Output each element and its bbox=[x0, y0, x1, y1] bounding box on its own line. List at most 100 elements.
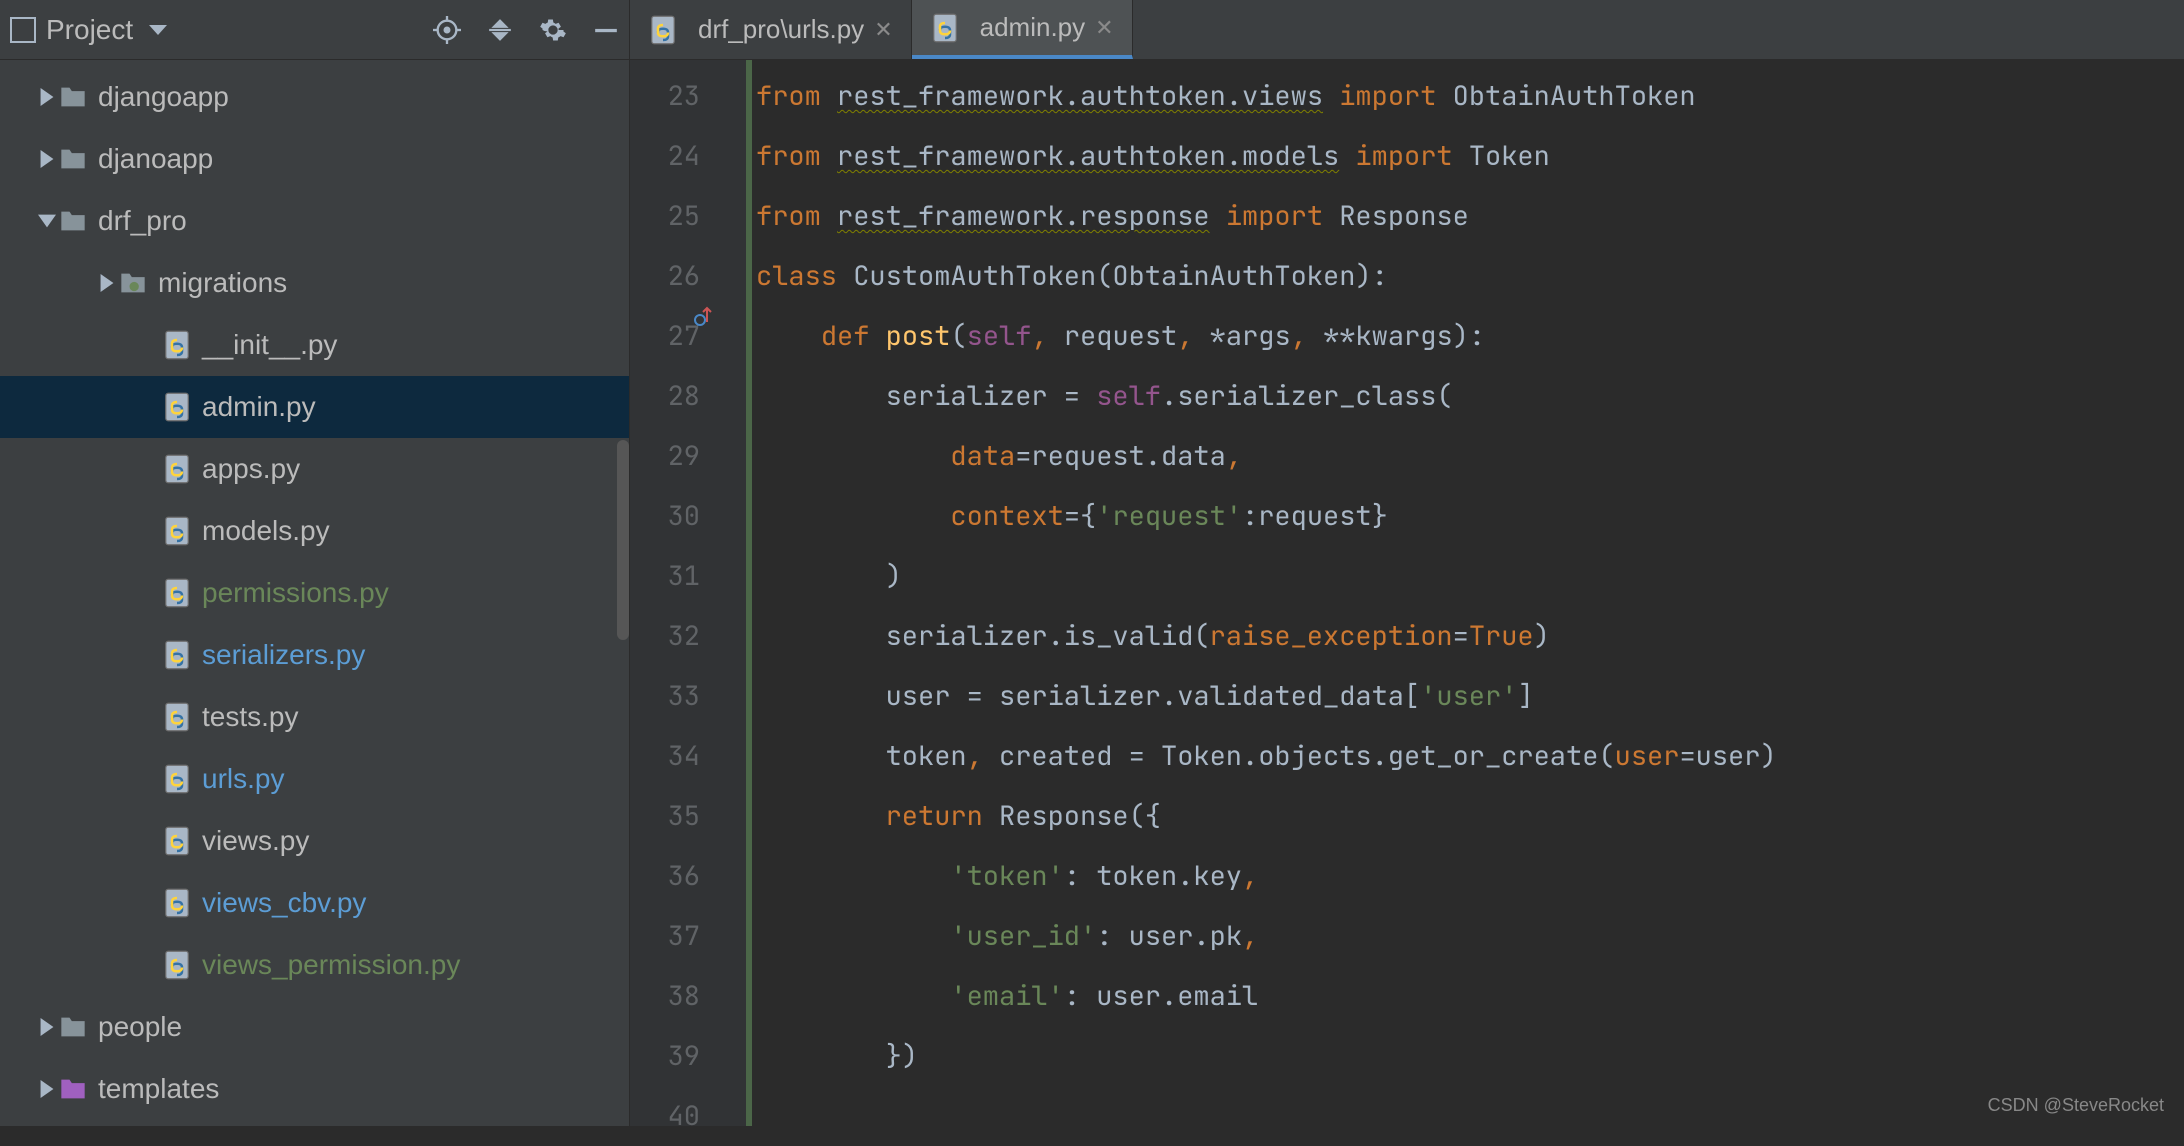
tree-item-migrations[interactable]: migrations bbox=[0, 252, 629, 314]
line-number: 31 bbox=[630, 546, 700, 606]
code-line[interactable]: def post(self, request, *args, **kwargs)… bbox=[756, 306, 2184, 366]
tree-label: apps.py bbox=[202, 453, 300, 485]
locate-icon[interactable] bbox=[433, 16, 461, 44]
tree-label: tests.py bbox=[202, 701, 298, 733]
tree-item-views-permission-py[interactable]: ▶views_permission.py bbox=[0, 934, 629, 996]
tree-item--init-py[interactable]: ▶__init__.py bbox=[0, 314, 629, 376]
tree-item-templates[interactable]: templates bbox=[0, 1058, 629, 1120]
caret-icon[interactable] bbox=[36, 88, 58, 106]
watermark: CSDN @SteveRocket bbox=[1988, 1095, 2164, 1116]
tree-item-views-py[interactable]: ▶views.py bbox=[0, 810, 629, 872]
caret-icon[interactable] bbox=[96, 274, 118, 292]
sidebar-scrollbar[interactable] bbox=[617, 440, 629, 640]
project-title[interactable]: Project bbox=[46, 14, 133, 46]
tab-label: drf_pro\urls.py bbox=[698, 14, 864, 45]
line-number: 39 bbox=[630, 1026, 700, 1086]
code-line[interactable]: context={'request':request} bbox=[756, 486, 2184, 546]
code-line[interactable]: from rest_framework.response import Resp… bbox=[756, 186, 2184, 246]
tree-item-djangoapp[interactable]: djangoapp bbox=[0, 66, 629, 128]
code-line[interactable]: from rest_framework.authtoken.models imp… bbox=[756, 126, 2184, 186]
code-line[interactable]: 'token': token.key, bbox=[756, 846, 2184, 906]
code-line[interactable]: token, created = Token.objects.get_or_cr… bbox=[756, 726, 2184, 786]
tree-item-apps-py[interactable]: ▶apps.py bbox=[0, 438, 629, 500]
py-icon bbox=[162, 454, 192, 484]
tree-label: views.py bbox=[202, 825, 309, 857]
tree-item-serializers-py[interactable]: ▶serializers.py bbox=[0, 624, 629, 686]
code-line[interactable]: return Response({ bbox=[756, 786, 2184, 846]
tree-item-tests-py[interactable]: ▶tests.py bbox=[0, 686, 629, 748]
project-sidebar: Project djangoapp djanoapp drf_pro migratio… bbox=[0, 0, 630, 1126]
tree-label: __init__.py bbox=[202, 329, 337, 361]
tree-label: admin.py bbox=[202, 391, 316, 423]
code-line[interactable]: data=request.data, bbox=[756, 426, 2184, 486]
line-number: 23 bbox=[630, 66, 700, 126]
py-icon bbox=[162, 764, 192, 794]
tree-item-permissions-py[interactable]: ▶permissions.py bbox=[0, 562, 629, 624]
line-number: 30 bbox=[630, 486, 700, 546]
code-line[interactable]: ) bbox=[756, 546, 2184, 606]
line-number: 37 bbox=[630, 906, 700, 966]
py-icon bbox=[162, 516, 192, 546]
folder-icon bbox=[58, 85, 88, 109]
tree-label: serializers.py bbox=[202, 639, 365, 671]
tab-admin-py[interactable]: admin.py ✕ bbox=[912, 0, 1133, 59]
project-icon bbox=[10, 17, 36, 43]
code-line[interactable]: }) bbox=[756, 1026, 2184, 1086]
tab-drf-pro-urls-py[interactable]: drf_pro\urls.py ✕ bbox=[630, 0, 912, 59]
folder-icon bbox=[58, 209, 88, 233]
tree-item-djanoapp[interactable]: djanoapp bbox=[0, 128, 629, 190]
tree-item-admin-py[interactable]: ▶admin.py bbox=[0, 376, 629, 438]
tree-item-models-py[interactable]: ▶models.py bbox=[0, 500, 629, 562]
caret-icon[interactable] bbox=[36, 214, 58, 228]
tree-item-drf-pro[interactable]: drf_pro bbox=[0, 190, 629, 252]
python-file-icon bbox=[648, 15, 678, 45]
tree-label: views_permission.py bbox=[202, 949, 460, 981]
fold-column[interactable] bbox=[718, 60, 746, 1126]
line-number: 26 bbox=[630, 246, 700, 306]
close-icon[interactable]: ✕ bbox=[874, 17, 892, 43]
line-gutter: 232425262728293031323334353637383940 bbox=[630, 60, 718, 1126]
tpl-icon bbox=[58, 1077, 88, 1101]
code-line[interactable] bbox=[756, 1086, 2184, 1126]
code-line[interactable]: user = serializer.validated_data['user'] bbox=[756, 666, 2184, 726]
hide-icon[interactable] bbox=[593, 17, 619, 43]
line-number: 35 bbox=[630, 786, 700, 846]
tree-label: drf_pro bbox=[98, 205, 187, 237]
tree-label: permissions.py bbox=[202, 577, 389, 609]
line-number: 33 bbox=[630, 666, 700, 726]
code-line[interactable]: 'user_id': user.pk, bbox=[756, 906, 2184, 966]
tree-item-people[interactable]: people bbox=[0, 996, 629, 1058]
py-icon bbox=[162, 702, 192, 732]
close-icon[interactable]: ✕ bbox=[1095, 15, 1113, 41]
code-line[interactable]: 'email': user.email bbox=[756, 966, 2184, 1026]
line-number: 28 bbox=[630, 366, 700, 426]
settings-icon[interactable] bbox=[539, 16, 567, 44]
caret-icon[interactable] bbox=[36, 150, 58, 168]
caret-icon[interactable] bbox=[36, 1080, 58, 1098]
code-line[interactable]: class CustomAuthToken(ObtainAuthToken): bbox=[756, 246, 2184, 306]
line-number: 27 bbox=[630, 306, 700, 366]
line-number: 25 bbox=[630, 186, 700, 246]
code-editor[interactable]: from rest_framework.authtoken.views impo… bbox=[752, 60, 2184, 1126]
tree-item-views-cbv-py[interactable]: ▶views_cbv.py bbox=[0, 872, 629, 934]
override-marker-icon[interactable] bbox=[694, 306, 714, 326]
tab-label: admin.py bbox=[980, 12, 1086, 43]
py-icon bbox=[162, 888, 192, 918]
py-icon bbox=[162, 640, 192, 670]
folder-icon bbox=[58, 147, 88, 171]
expand-all-icon[interactable] bbox=[487, 17, 513, 43]
tree-label: djangoapp bbox=[98, 81, 229, 113]
line-number: 24 bbox=[630, 126, 700, 186]
tree-label: people bbox=[98, 1011, 182, 1043]
sidebar-header: Project bbox=[0, 0, 629, 60]
line-number: 29 bbox=[630, 426, 700, 486]
line-number: 38 bbox=[630, 966, 700, 1026]
tree-item-urls-py[interactable]: ▶urls.py bbox=[0, 748, 629, 810]
code-line[interactable]: from rest_framework.authtoken.views impo… bbox=[756, 66, 2184, 126]
project-dropdown-icon[interactable] bbox=[149, 25, 167, 35]
folder-icon bbox=[58, 1015, 88, 1039]
code-line[interactable]: serializer = self.serializer_class( bbox=[756, 366, 2184, 426]
caret-icon[interactable] bbox=[36, 1018, 58, 1036]
project-tree[interactable]: djangoapp djanoapp drf_pro migrations▶__ini… bbox=[0, 60, 629, 1126]
code-line[interactable]: serializer.is_valid(raise_exception=True… bbox=[756, 606, 2184, 666]
